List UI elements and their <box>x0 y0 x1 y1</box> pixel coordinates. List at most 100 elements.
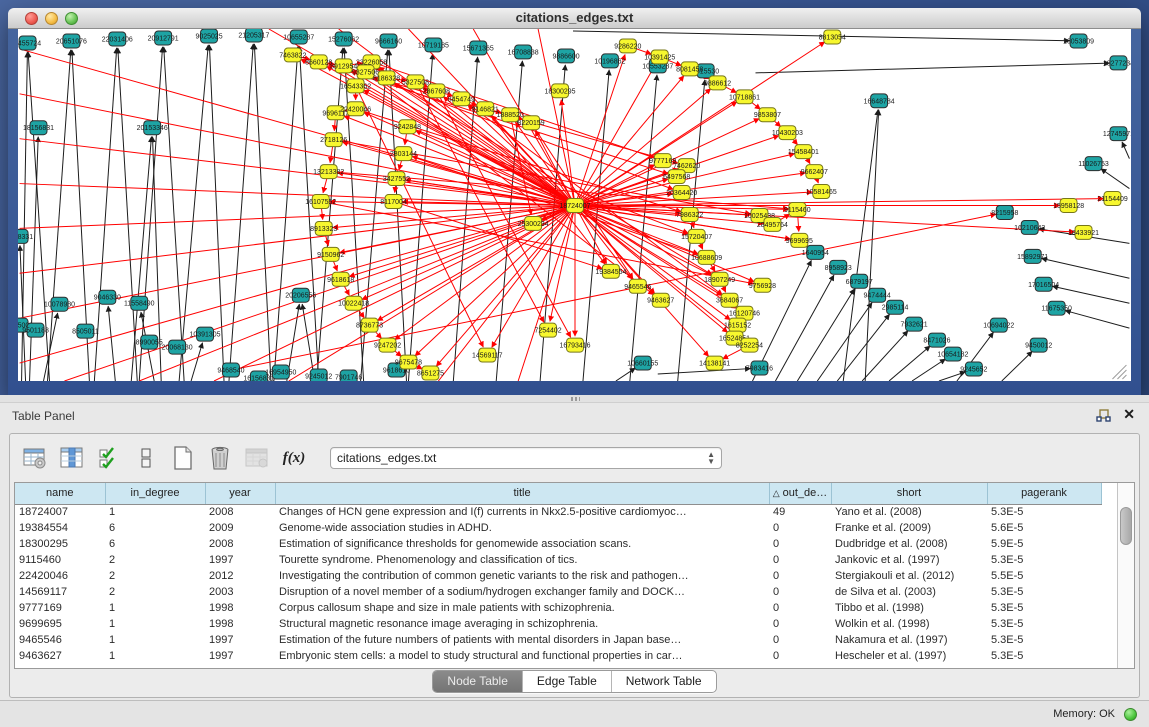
network-node-label: 9465546 <box>624 284 651 291</box>
network-node-label: 16120746 <box>729 311 760 318</box>
select-checks-button[interactable] <box>94 443 124 473</box>
network-node-label: 9245012 <box>305 374 332 381</box>
network-node-label: 8252254 <box>736 343 763 350</box>
network-node-label: 9150962 <box>317 252 344 259</box>
scrollbar-thumb[interactable] <box>1120 507 1132 545</box>
column-header-year[interactable]: year <box>205 483 275 504</box>
close-panel-icon[interactable]: ✕ <box>1123 406 1135 423</box>
table-tabs-bar: Node Table Edge Table Network Table <box>10 670 1139 693</box>
network-node-label: 11558490 <box>124 301 155 308</box>
network-node-label: 11026753 <box>1078 161 1109 168</box>
show-columns-button[interactable] <box>57 443 87 473</box>
network-node-label: 8454749 <box>448 96 475 103</box>
fx-icon: f(x) <box>283 450 306 467</box>
network-node-label: 15671365 <box>463 45 494 52</box>
table-row[interactable]: 969969511998Structural magnetic resonanc… <box>15 616 1101 632</box>
column-header-in_degree[interactable]: in_degree <box>105 483 205 504</box>
network-node-label: 1640954 <box>802 250 829 257</box>
network-node-label: 20364420 <box>666 190 697 197</box>
network-node-label: 5327508 <box>402 79 429 86</box>
minimize-window-button[interactable] <box>45 12 58 25</box>
network-node-label: 9108331 <box>18 234 33 241</box>
network-node-label: 8990055 <box>136 340 163 347</box>
tab-node-table[interactable]: Node Table <box>433 671 523 692</box>
network-node-label: 18156831 <box>23 125 54 132</box>
table-row[interactable]: 1456911722003Disruption of a novel membe… <box>15 584 1101 600</box>
zoom-window-button[interactable] <box>65 12 78 25</box>
network-node-label: 8471026 <box>923 338 950 345</box>
table-row[interactable]: 946554611997Estimation of the future num… <box>15 632 1101 648</box>
tab-network-table[interactable]: Network Table <box>612 671 716 692</box>
network-node-label: 10654182 <box>937 352 968 359</box>
canvas-resize-grip-icon[interactable] <box>1122 375 1126 379</box>
table-row[interactable]: 2242004622012Investigating the contribut… <box>15 568 1101 584</box>
network-node-label: 22031406 <box>102 36 133 43</box>
table-row[interactable]: 946362711997Embryonic stem cells: a mode… <box>15 648 1101 664</box>
new-column-button[interactable] <box>168 443 198 473</box>
network-node-label: 10391425 <box>644 54 675 61</box>
network-node-label: 16793416 <box>559 343 590 350</box>
network-node-label: 9666160 <box>375 38 402 45</box>
network-node-label: 2718126 <box>320 137 347 144</box>
network-node-label: 15720407 <box>681 234 712 241</box>
network-node-label: 8660128 <box>305 59 332 66</box>
column-header-short[interactable]: short <box>831 483 987 504</box>
row-height-button[interactable] <box>131 443 161 473</box>
network-node-label: 7463822 <box>279 52 306 59</box>
network-node-label: 16543362 <box>340 83 371 90</box>
network-node-label: 16210643 <box>1014 225 1045 232</box>
table-vertical-scrollbar[interactable] <box>1117 483 1134 668</box>
float-panel-icon[interactable] <box>1096 409 1111 423</box>
network-node-label: 1615152 <box>724 323 751 330</box>
network-node-label: 15458401 <box>788 149 819 156</box>
column-header-name[interactable]: name <box>15 483 105 504</box>
network-node-label: 7462620 <box>673 163 700 170</box>
network-node-label: 15958128 <box>1053 203 1084 210</box>
network-node-label: 6879197 <box>846 279 873 286</box>
network-node-label: 6497568 <box>663 174 690 181</box>
network-node-label: 9756928 <box>749 283 776 290</box>
canvas-resize-grip-icon[interactable] <box>1117 370 1126 379</box>
network-node-label: 13213382 <box>313 169 344 176</box>
tab-edge-table[interactable]: Edge Table <box>523 671 612 692</box>
network-node-label: 9618618 <box>327 277 354 284</box>
table-scroller[interactable]: namein_degreeyeartitle△out_de…shortpager… <box>15 483 1117 668</box>
column-header-out_de[interactable]: △out_de… <box>769 483 831 504</box>
network-node-label: 8913323 <box>310 226 337 233</box>
window-title: citations_edges.txt <box>8 8 1141 28</box>
network-node-label: 9115460 <box>784 207 811 214</box>
table-chooser-value: citations_edges.txt <box>337 451 707 465</box>
table-row[interactable]: 911546021997Tourette syndrome. Phenomeno… <box>15 552 1101 568</box>
table-chooser-dropdown[interactable]: citations_edges.txt ▲▼ <box>330 447 722 469</box>
network-node-label: 14569117 <box>472 353 503 360</box>
network-node-label: 16708838 <box>508 49 539 56</box>
table-row[interactable]: 1830029562008Estimation of significance … <box>15 536 1101 552</box>
network-node-label: 10694022 <box>983 323 1014 330</box>
close-window-button[interactable] <box>25 12 38 25</box>
window-titlebar[interactable]: citations_edges.txt <box>8 8 1141 29</box>
network-node-label: 28495764 <box>757 222 788 229</box>
table-row[interactable]: 1938455462009Genome-wide association stu… <box>15 520 1101 536</box>
network-node-label: 9886600 <box>552 53 579 60</box>
function-builder-button[interactable]: f(x) <box>279 443 309 473</box>
network-node-label: 8117004 <box>380 199 407 206</box>
network-node-label: 19384554 <box>595 269 626 276</box>
memory-status-label: Memory: OK <box>1053 701 1115 727</box>
network-node-label: 25300234 <box>518 221 549 228</box>
panel-splitter[interactable] <box>0 395 1149 403</box>
column-header-pagerank[interactable]: pagerank <box>987 483 1101 504</box>
delete-table-button[interactable] <box>242 443 272 473</box>
table-row[interactable]: 977716911998Corpus callosum shape and si… <box>15 600 1101 616</box>
column-header-title[interactable]: title <box>275 483 769 504</box>
trash-button[interactable] <box>205 443 235 473</box>
network-node-label: 10718861 <box>729 94 760 101</box>
network-node-label: 18724007 <box>559 203 590 210</box>
network-node-label: 3684067 <box>716 298 743 305</box>
network-node-label: 8081458 <box>676 66 703 73</box>
network-node-label: 9468540 <box>217 368 244 375</box>
splitter-grip-icon <box>571 397 580 401</box>
table-options-button[interactable] <box>20 443 50 473</box>
network-node-label: 2867608 <box>423 88 450 95</box>
table-row[interactable]: 1872400712008Changes of HCN gene express… <box>15 504 1101 520</box>
network-canvas[interactable]: 9455724206510762203140620912791902502521… <box>18 29 1131 381</box>
